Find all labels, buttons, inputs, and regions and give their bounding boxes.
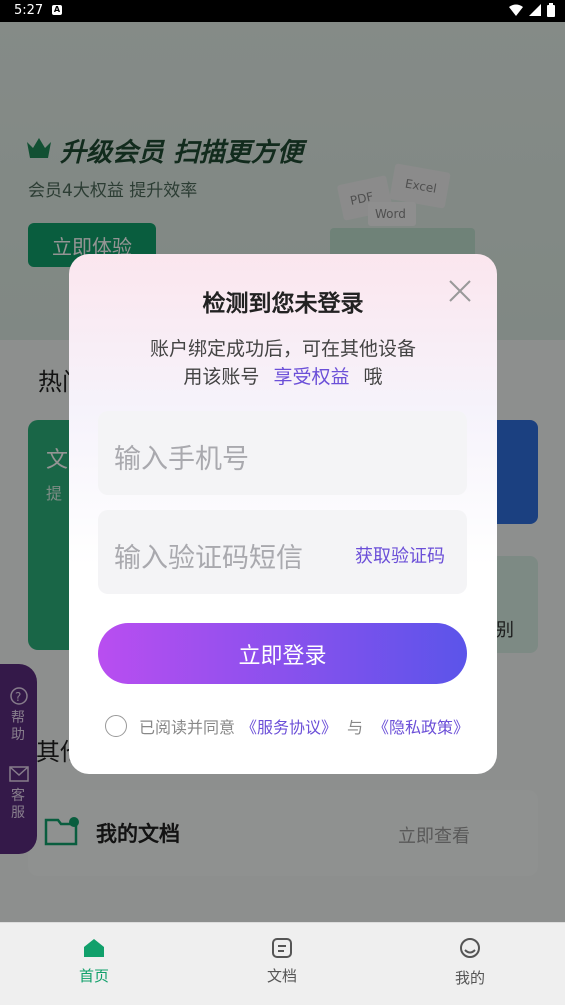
agreement-row: 已阅读并同意 《服务协议》 与 《隐私政策》: [105, 714, 469, 738]
modal-title: 检测到您未登录: [202, 291, 364, 317]
status-time: 5:27: [14, 3, 44, 18]
phone-field[interactable]: 输入手机号: [98, 411, 467, 495]
tab-mine[interactable]: 我的: [425, 937, 515, 988]
wifi-icon: [509, 4, 523, 16]
modal-description-line2: 用该账号 享受权益 哦: [69, 362, 497, 389]
enjoy-benefits-link[interactable]: 享受权益: [273, 366, 349, 388]
sms-code-placeholder: 输入验证码短信: [114, 543, 303, 574]
document-icon: [272, 938, 292, 958]
bottom-tab-bar: 首页 文档 我的: [0, 922, 565, 1005]
close-icon[interactable]: [447, 278, 473, 304]
and-text: 与: [347, 718, 364, 737]
notification-icon: A: [52, 5, 62, 15]
privacy-policy-link[interactable]: 《隐私政策》: [373, 714, 469, 738]
agree-text: 已阅读并同意: [139, 718, 236, 737]
signal-icon: [529, 4, 541, 16]
status-icons: [509, 3, 555, 17]
tab-home-label: 首页: [78, 967, 109, 985]
modal-description-line1: 账户绑定成功后，可在其他设备: [149, 338, 416, 360]
login-button[interactable]: 立即登录: [98, 623, 467, 684]
agree-radio[interactable]: [105, 715, 127, 737]
tab-documents-label: 文档: [266, 967, 297, 985]
tab-home[interactable]: 首页: [49, 937, 139, 986]
sms-code-field[interactable]: 输入验证码短信 获取验证码: [98, 510, 467, 594]
tab-documents[interactable]: 文档: [237, 937, 327, 986]
phone-placeholder: 输入手机号: [114, 444, 249, 475]
profile-icon: [460, 938, 480, 958]
status-bar: 5:27 A: [0, 0, 565, 22]
home-icon: [84, 939, 104, 957]
get-code-button[interactable]: 获取验证码: [355, 542, 445, 568]
service-agreement-link[interactable]: 《服务协议》: [241, 714, 337, 738]
login-modal: 检测到您未登录 账户绑定成功后，可在其他设备 用该账号 享受权益 哦 输入手机号…: [69, 254, 497, 774]
desc-suffix: 哦: [363, 366, 383, 388]
desc-prefix: 用该账号: [183, 366, 260, 388]
tab-mine-label: 我的: [454, 969, 485, 987]
battery-icon: [547, 3, 555, 17]
